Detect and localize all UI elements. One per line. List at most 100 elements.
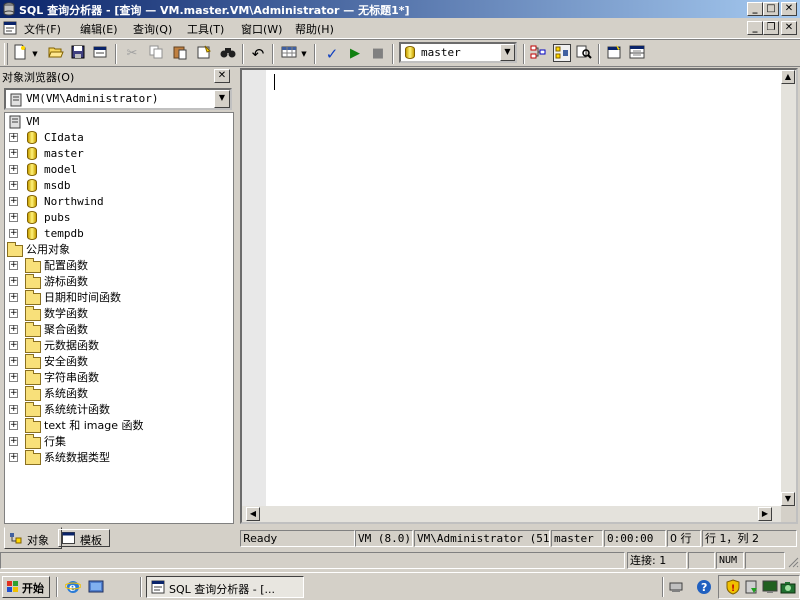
show-desktop-icon[interactable] <box>88 579 104 595</box>
paste-icon[interactable] <box>170 44 190 64</box>
expand-plus-icon[interactable]: + <box>9 325 18 334</box>
object-browser-toggle-icon[interactable] <box>552 44 572 64</box>
monitor-icon[interactable] <box>762 579 778 595</box>
undo-icon[interactable]: ↶ <box>248 44 268 64</box>
expand-plus-icon[interactable]: + <box>9 357 18 366</box>
close-button[interactable]: ✕ <box>781 2 797 16</box>
object-tree[interactable]: VM + CIdata + master + model + msdb + Northwi… <box>4 112 234 524</box>
tree-node-folder[interactable]: + 字符串函数 <box>5 370 225 386</box>
database-select[interactable]: master ▼ <box>399 42 517 63</box>
tree-node-folder[interactable]: + 配置函数 <box>5 258 225 274</box>
clear-window-icon[interactable] <box>194 44 214 64</box>
expand-plus-icon[interactable]: + <box>9 277 18 286</box>
child-minimize-button[interactable]: _ <box>747 21 763 35</box>
expand-plus-icon[interactable]: + <box>9 421 18 430</box>
server-select[interactable]: VM(VM\Administrator) ▼ <box>4 88 232 110</box>
expand-plus-icon[interactable]: + <box>9 229 18 238</box>
menu-file[interactable]: 文件(F) <box>24 21 61 37</box>
expand-plus-icon[interactable]: + <box>9 197 18 206</box>
vertical-scrollbar[interactable]: ▲ ▼ <box>781 70 796 506</box>
expand-plus-icon[interactable]: + <box>9 453 18 462</box>
tree-node-folder[interactable]: + 日期和时间函数 <box>5 290 225 306</box>
child-restore-button[interactable]: ❐ <box>763 21 779 35</box>
tree-node-folder[interactable]: + 安全函数 <box>5 354 225 370</box>
scroll-up-arrow-icon[interactable]: ▲ <box>781 70 795 84</box>
tree-node-folder[interactable]: + 游标函数 <box>5 274 225 290</box>
tree-node-folder[interactable]: + text 和 image 函数 <box>5 418 225 434</box>
expand-plus-icon[interactable]: + <box>9 437 18 446</box>
help-icon[interactable]: ? <box>696 579 712 595</box>
start-button[interactable]: 开始 <box>2 576 50 598</box>
expand-plus-icon[interactable]: + <box>9 181 18 190</box>
camera-icon[interactable] <box>780 579 796 595</box>
query-analyzer-app-icon[interactable] <box>2 2 16 16</box>
tab-objects[interactable]: 对象 <box>4 527 62 549</box>
query-text-area[interactable] <box>266 70 781 506</box>
tree-node-database[interactable]: + msdb <box>5 178 205 194</box>
title-bar[interactable]: SQL 查询分析器 - [查询 — VM.master.VM\Administr… <box>0 0 800 18</box>
cut-icon[interactable]: ✂ <box>122 44 142 64</box>
menu-query[interactable]: 查询(Q) <box>133 21 172 37</box>
expand-plus-icon[interactable]: + <box>9 133 18 142</box>
expand-plus-icon[interactable]: + <box>9 293 18 302</box>
security-shield-icon[interactable]: ! <box>725 579 741 595</box>
expand-plus-icon[interactable]: + <box>9 149 18 158</box>
taskbar-task-query-analyzer[interactable]: SQL 查询分析器 - [... <box>146 576 304 598</box>
tree-node-database[interactable]: + tempdb <box>5 226 205 242</box>
scroll-down-arrow-icon[interactable]: ▼ <box>781 492 795 506</box>
parse-query-check-icon[interactable]: ✓ <box>322 44 342 64</box>
tree-node-folder[interactable]: + 系统函数 <box>5 386 225 402</box>
find-binoculars-icon[interactable] <box>218 44 238 64</box>
chevron-down-icon[interactable]: ▼ <box>500 44 515 61</box>
internet-explorer-icon[interactable]: e <box>64 579 82 595</box>
child-window-icon[interactable] <box>3 21 17 35</box>
tree-node-database[interactable]: + CIdata <box>5 130 205 146</box>
display-execution-plan-icon[interactable] <box>528 44 548 64</box>
tree-node-common-objects[interactable]: 公用对象 <box>5 242 225 258</box>
tree-node-folder[interactable]: + 行集 <box>5 434 225 450</box>
chevron-down-icon[interactable]: ▼ <box>214 90 230 108</box>
open-folder-icon[interactable] <box>46 44 66 64</box>
tree-node-database[interactable]: + Northwind <box>5 194 205 210</box>
toolbar-grip[interactable] <box>4 43 8 65</box>
scroll-left-arrow-icon[interactable]: ◀ <box>246 507 260 521</box>
save-icon[interactable] <box>68 44 88 64</box>
menu-edit[interactable]: 编辑(E) <box>80 21 118 37</box>
current-connection-properties-icon[interactable] <box>604 44 624 64</box>
size-grip-icon[interactable] <box>787 556 799 568</box>
object-browser-close-button[interactable]: ✕ <box>214 69 230 83</box>
maximize-button[interactable]: □ <box>763 2 779 16</box>
child-close-button[interactable]: ✕ <box>781 21 797 35</box>
menu-help[interactable]: 帮助(H) <box>295 21 334 37</box>
horizontal-scrollbar[interactable]: ◀ ▶ <box>242 506 781 522</box>
expand-plus-icon[interactable]: + <box>9 309 18 318</box>
sql-server-service-manager-icon[interactable] <box>744 579 760 595</box>
network-connection-icon[interactable] <box>668 579 684 595</box>
results-grid-icon[interactable] <box>279 44 299 64</box>
new-query-icon[interactable] <box>10 44 30 64</box>
execute-query-icon[interactable]: ▶ <box>345 44 365 64</box>
tree-node-folder[interactable]: + 数学函数 <box>5 306 225 322</box>
new-query-dropdown-icon[interactable]: ▼ <box>30 44 40 64</box>
object-search-icon[interactable] <box>574 44 594 64</box>
expand-plus-icon[interactable]: + <box>9 261 18 270</box>
expand-plus-icon[interactable]: + <box>9 213 18 222</box>
expand-plus-icon[interactable]: + <box>9 165 18 174</box>
tree-node-folder[interactable]: + 聚合函数 <box>5 322 225 338</box>
scroll-right-arrow-icon[interactable]: ▶ <box>758 507 772 521</box>
tree-node-folder[interactable]: + 系统数据类型 <box>5 450 225 466</box>
expand-plus-icon[interactable]: + <box>9 373 18 382</box>
tab-templates[interactable]: 模板 <box>58 529 110 547</box>
cancel-query-icon[interactable]: ■ <box>368 44 388 64</box>
results-mode-dropdown-icon[interactable]: ▼ <box>299 44 309 64</box>
tree-node-database[interactable]: + model <box>5 162 205 178</box>
tree-node-database[interactable]: + master <box>5 146 205 162</box>
minimize-button[interactable]: _ <box>747 2 763 16</box>
copy-icon[interactable] <box>146 44 166 64</box>
tree-node-folder[interactable]: + 元数据函数 <box>5 338 225 354</box>
menu-tools[interactable]: 工具(T) <box>187 21 224 37</box>
query-editor[interactable]: ▲ ▼ ◀ ▶ <box>240 68 798 524</box>
expand-plus-icon[interactable]: + <box>9 341 18 350</box>
expand-plus-icon[interactable]: + <box>9 405 18 414</box>
tree-node-folder[interactable]: + 系统统计函数 <box>5 402 225 418</box>
